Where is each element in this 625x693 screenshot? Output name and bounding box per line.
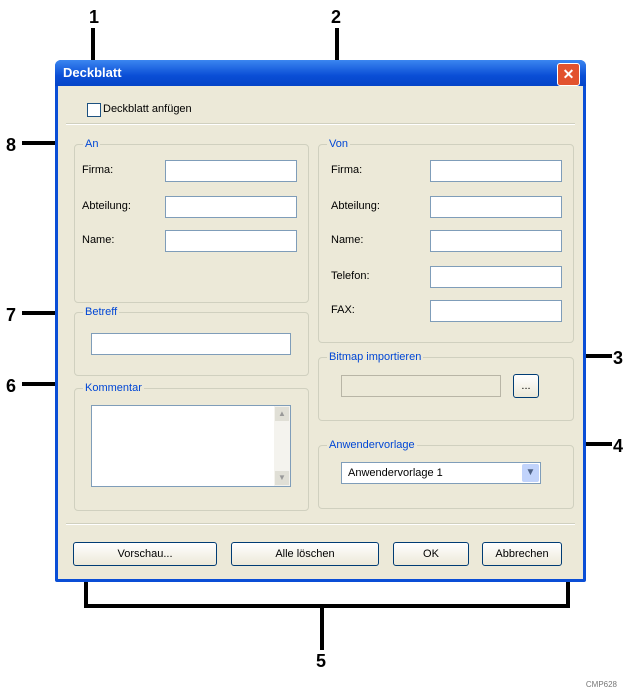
from-group-label: Von [327,138,350,150]
template-label: Anwendervorlage [327,439,417,451]
callout-7: 7 [6,305,17,325]
subject-input[interactable] [91,333,291,355]
to-department-input[interactable] [165,196,297,218]
ok-button[interactable]: OK [393,542,469,566]
template-group: Anwendervorlage Anwendervorlage 1 ▼ [318,439,574,509]
to-group-label: An [83,138,101,150]
from-phone-input[interactable] [430,266,562,288]
callout-6: 6 [6,376,17,396]
to-company-input[interactable] [165,160,297,182]
comment-textarea[interactable]: ▲ ▼ [91,405,291,487]
callout-1: 1 [89,7,100,27]
to-company-label: Firma: [82,164,114,176]
subject-group: Betreff [74,306,309,376]
to-name-input[interactable] [165,230,297,252]
callout-8: 8 [6,135,17,155]
scroll-down-icon[interactable]: ▼ [275,471,289,485]
template-select-value: Anwendervorlage 1 [348,467,443,479]
to-group: An Firma: Abteilung: Name: [74,138,309,303]
bitmap-label: Bitmap importieren [327,351,424,363]
image-code: CMP628 [585,680,617,689]
from-fax-input[interactable] [430,300,562,322]
template-select[interactable]: Anwendervorlage 1 ▼ [341,462,541,484]
from-name-input[interactable] [430,230,562,252]
callout-4: 4 [613,436,624,456]
bitmap-group: Bitmap importieren ... [318,351,574,421]
from-department-label: Abteilung: [331,200,380,212]
close-button[interactable]: ✕ [557,63,580,86]
cover-sheet-checkbox-label: Deckblatt anfügen [103,103,192,115]
comment-label: Kommentar [83,382,144,394]
dialog-body: Deckblatt anfügen An Firma: Abteilung: N… [58,86,583,579]
callout-3: 3 [613,348,624,368]
close-icon: ✕ [562,66,575,82]
dialog-title: Deckblatt [63,65,122,80]
scroll-up-icon[interactable]: ▲ [275,407,289,421]
callout-line-5-stem [320,606,324,650]
cover-sheet-dialog: Deckblatt ✕ Deckblatt anfügen An Firma: … [55,60,586,582]
from-company-input[interactable] [430,160,562,182]
clear-all-button[interactable]: Alle löschen [231,542,379,566]
from-phone-label: Telefon: [331,270,370,282]
bottom-separator [66,523,575,525]
callout-5: 5 [316,651,327,671]
cover-sheet-checkbox[interactable] [87,103,101,117]
top-separator [66,123,575,125]
bitmap-path-input [341,375,501,397]
from-group: Von Firma: Abteilung: Name: Telefon: FAX… [318,138,574,343]
from-department-input[interactable] [430,196,562,218]
comment-group: Kommentar ▲ ▼ [74,382,309,511]
callout-2: 2 [331,7,342,27]
from-fax-label: FAX: [331,304,355,316]
from-company-label: Firma: [331,164,363,176]
title-bar: Deckblatt ✕ [55,60,586,86]
chevron-down-icon[interactable]: ▼ [522,464,539,482]
cancel-button[interactable]: Abbrechen [482,542,562,566]
callout-line-5-bar [84,604,570,608]
comment-scrollbar[interactable]: ▲ ▼ [274,406,290,486]
preview-button[interactable]: Vorschau... [73,542,217,566]
to-department-label: Abteilung: [82,200,131,212]
browse-button[interactable]: ... [513,374,539,398]
from-name-label: Name: [331,234,364,246]
to-name-label: Name: [82,234,115,246]
subject-label: Betreff [83,306,120,318]
